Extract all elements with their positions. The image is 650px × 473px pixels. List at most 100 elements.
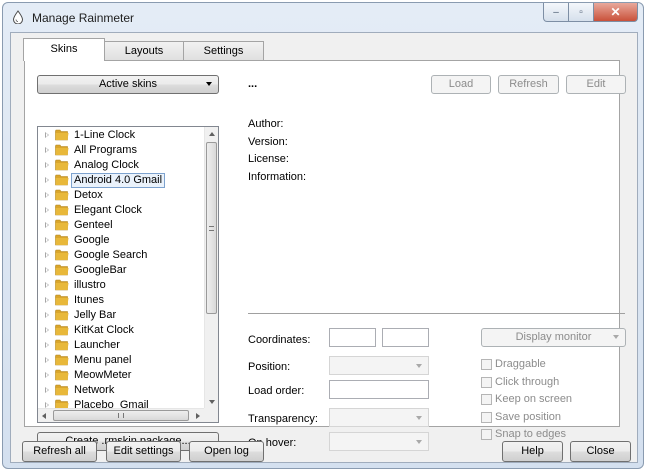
- open-log-button[interactable]: Open log: [189, 441, 264, 462]
- skins-tab-panel: Active skins 1-Line Clock All Programs Ana…: [24, 60, 626, 451]
- expand-arrow-icon[interactable]: [45, 297, 49, 303]
- refresh-button[interactable]: Refresh: [498, 75, 559, 94]
- folder-icon: [55, 369, 69, 381]
- expand-arrow-icon[interactable]: [45, 342, 49, 348]
- checkbox-label[interactable]: Draggable: [495, 358, 546, 370]
- expand-arrow-icon[interactable]: [45, 207, 49, 213]
- edit-settings-button[interactable]: Edit settings: [106, 441, 181, 462]
- maximize-button[interactable]: ▫: [569, 3, 594, 22]
- edit-button[interactable]: Edit: [566, 75, 626, 94]
- folder-icon: [55, 159, 69, 171]
- display-monitor-dropdown[interactable]: Display monitor: [481, 328, 626, 347]
- scroll-left-arrow-icon[interactable]: [42, 413, 46, 419]
- expand-arrow-icon[interactable]: [45, 237, 49, 243]
- folder-icon: [55, 354, 69, 366]
- expand-arrow-icon[interactable]: [45, 132, 49, 138]
- expand-arrow-icon[interactable]: [45, 267, 49, 273]
- load-order-field[interactable]: [329, 380, 429, 399]
- title-bar[interactable]: Manage Rainmeter – ▫ ✕: [3, 3, 643, 30]
- expand-arrow-icon[interactable]: [45, 372, 49, 378]
- tree-item[interactable]: Google Search: [38, 248, 204, 263]
- close-button[interactable]: Close: [570, 441, 631, 462]
- checkbox[interactable]: [481, 429, 492, 440]
- expand-arrow-icon[interactable]: [45, 177, 49, 183]
- tree-item-label: Analog Clock: [74, 159, 139, 171]
- folder-icon: [55, 174, 69, 186]
- checkbox[interactable]: [481, 376, 492, 388]
- expand-arrow-icon[interactable]: [45, 147, 49, 153]
- tree-item[interactable]: Elegant Clock: [38, 203, 204, 218]
- scroll-thumb[interactable]: [206, 142, 217, 314]
- tab-skins[interactable]: Skins: [23, 38, 105, 61]
- expand-arrow-icon[interactable]: [45, 222, 49, 228]
- tree-item-label: Elegant Clock: [74, 204, 142, 216]
- expand-arrow-icon[interactable]: [45, 327, 49, 333]
- expand-arrow-icon[interactable]: [45, 312, 49, 318]
- tree-item[interactable]: Genteel: [38, 218, 204, 233]
- tree-vertical-scrollbar[interactable]: [204, 127, 218, 409]
- tree-item-label: Menu panel: [74, 354, 132, 366]
- checkbox-label[interactable]: Keep on screen: [495, 393, 572, 405]
- checkbox[interactable]: [481, 359, 492, 370]
- coordinate-y-field[interactable]: [382, 328, 429, 347]
- expand-arrow-icon[interactable]: [45, 192, 49, 198]
- tree-item[interactable]: GoogleBar: [38, 263, 204, 278]
- checkbox[interactable]: [481, 394, 492, 405]
- load-button[interactable]: Load: [431, 75, 491, 94]
- scroll-down-arrow-icon[interactable]: [209, 400, 215, 404]
- checkbox-label[interactable]: Click through: [495, 376, 559, 388]
- expand-arrow-icon[interactable]: [45, 282, 49, 288]
- tree-item[interactable]: Detox: [38, 188, 204, 203]
- help-button[interactable]: Help: [502, 441, 563, 462]
- active-skins-dropdown[interactable]: Active skins: [37, 75, 219, 94]
- dropdown-arrow-icon: [613, 335, 619, 339]
- checkbox-label[interactable]: Snap to edges: [495, 428, 566, 440]
- horizontal-scroll-thumb[interactable]: [53, 410, 189, 421]
- close-window-button[interactable]: ✕: [594, 3, 638, 22]
- dropdown-arrow-icon: [416, 416, 422, 420]
- tree-item[interactable]: Menu panel: [38, 353, 204, 368]
- coordinate-x-field[interactable]: [329, 328, 376, 347]
- tree-item[interactable]: Launcher: [38, 338, 204, 353]
- active-skins-label: Active skins: [98, 78, 158, 90]
- checkbox-label[interactable]: Save position: [495, 411, 561, 423]
- scroll-up-arrow-icon[interactable]: [209, 132, 215, 136]
- folder-icon: [55, 219, 69, 231]
- tree-item[interactable]: KitKat Clock: [38, 323, 204, 338]
- expand-arrow-icon[interactable]: [45, 162, 49, 168]
- skins-tree[interactable]: 1-Line Clock All Programs Analog Clock Andr…: [37, 126, 219, 423]
- tree-item[interactable]: All Programs: [38, 143, 204, 158]
- display-monitor-label: Display monitor: [515, 331, 592, 343]
- position-select[interactable]: [329, 356, 429, 375]
- expand-arrow-icon[interactable]: [45, 387, 49, 393]
- minimize-button[interactable]: –: [543, 3, 569, 22]
- dialog-body: Skins Layouts Settings Active skins 1-Li…: [10, 32, 638, 463]
- close-icon: ✕: [610, 5, 621, 19]
- tree-item[interactable]: Android 4.0 Gmail: [38, 173, 204, 188]
- tree-item[interactable]: Network: [38, 383, 204, 398]
- scroll-right-arrow-icon[interactable]: [196, 413, 200, 419]
- tree-item[interactable]: Google: [38, 233, 204, 248]
- expand-arrow-icon[interactable]: [45, 252, 49, 258]
- tree-item[interactable]: 1-Line Clock: [38, 128, 204, 143]
- tree-item[interactable]: Itunes: [38, 293, 204, 308]
- tree-item[interactable]: MeowMeter: [38, 368, 204, 383]
- expand-arrow-icon[interactable]: [45, 357, 49, 363]
- tree-item[interactable]: Analog Clock: [38, 158, 204, 173]
- tree-item-label: Launcher: [74, 339, 120, 351]
- tree-item-label: GoogleBar: [74, 264, 127, 276]
- tree-item[interactable]: illustro: [38, 278, 204, 293]
- tab-settings[interactable]: Settings: [183, 41, 264, 60]
- tree-item-label: Network: [74, 384, 115, 396]
- folder-icon: [55, 204, 69, 216]
- on-hover-select[interactable]: [329, 432, 429, 451]
- tree-horizontal-scrollbar[interactable]: [38, 408, 204, 422]
- author-label: Author:: [248, 118, 284, 130]
- grip-icon: [118, 413, 124, 418]
- folder-icon: [55, 384, 69, 396]
- refresh-all-button[interactable]: Refresh all: [22, 441, 97, 462]
- tree-item[interactable]: Jelly Bar: [38, 308, 204, 323]
- tab-layouts[interactable]: Layouts: [104, 41, 184, 60]
- checkbox[interactable]: [481, 411, 492, 423]
- transparency-select[interactable]: [329, 408, 429, 427]
